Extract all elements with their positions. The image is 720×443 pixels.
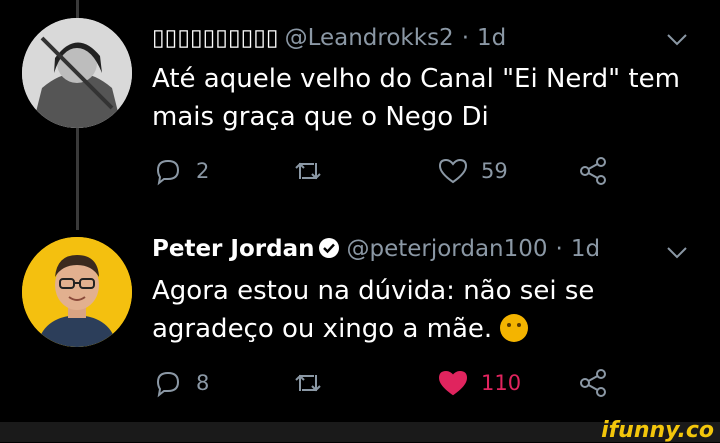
handle[interactable]: @Leandrokks2 xyxy=(285,25,454,51)
reply-count: 2 xyxy=(196,159,210,183)
action-bar: 8 110 xyxy=(152,367,652,407)
retweet-icon xyxy=(295,374,321,392)
tweet-text: Até aquele velho do Canal "Ei Nerd" tem … xyxy=(152,64,680,132)
like-button[interactable]: 59 xyxy=(437,155,508,187)
timestamp[interactable]: 1d xyxy=(571,236,600,262)
display-name[interactable]: ▯▯▯▯▯▯▯▯▯▯ xyxy=(152,25,279,51)
timestamp[interactable]: 1d xyxy=(477,25,506,51)
separator: · xyxy=(555,236,563,262)
like-count: 110 xyxy=(481,371,522,395)
tweet-text: Agora estou na dúvida: não sei se agrade… xyxy=(152,272,692,348)
like-button[interactable]: 110 xyxy=(437,367,521,399)
separator: · xyxy=(461,25,469,51)
share-icon xyxy=(580,369,606,397)
avatar[interactable] xyxy=(22,18,132,128)
share-button[interactable] xyxy=(577,367,609,399)
reply-button[interactable]: 2 xyxy=(152,155,209,187)
like-count: 59 xyxy=(481,159,508,183)
reply-count: 8 xyxy=(196,371,210,395)
share-button[interactable] xyxy=(577,155,609,187)
chevron-down-icon[interactable] xyxy=(666,246,688,260)
heart-icon xyxy=(438,158,468,184)
chevron-down-icon[interactable] xyxy=(666,33,688,47)
retweet-button[interactable] xyxy=(292,367,336,399)
reply-icon xyxy=(156,371,180,398)
handle[interactable]: @peterjordan100 xyxy=(346,236,547,262)
reply-button[interactable]: 8 xyxy=(152,367,209,399)
tweet-text-content: Agora estou na dúvida: não sei se agrade… xyxy=(152,276,595,344)
reply-icon xyxy=(156,159,180,186)
verified-badge-icon xyxy=(319,238,340,258)
tweet-header: Peter Jordan @peterjordan100 · 1d xyxy=(152,236,600,262)
share-icon xyxy=(580,157,606,185)
heart-icon xyxy=(438,370,468,396)
brand-watermark: ifunny.co xyxy=(601,418,714,443)
tweet-header: ▯▯▯▯▯▯▯▯▯▯ @Leandrokks2 · 1d xyxy=(152,25,506,51)
tweet[interactable]: Peter Jordan @peterjordan100 · 1d Agora est… xyxy=(0,222,720,422)
avatar[interactable] xyxy=(22,237,132,347)
retweet-button[interactable] xyxy=(292,155,336,187)
action-bar: 2 59 xyxy=(152,155,652,195)
thinking-face-icon xyxy=(500,314,529,342)
retweet-icon xyxy=(295,162,321,180)
display-name[interactable]: Peter Jordan xyxy=(152,236,314,262)
tweet[interactable]: ▯▯▯▯▯▯▯▯▯▯ @Leandrokks2 · 1d Até aquele vel… xyxy=(0,0,720,210)
